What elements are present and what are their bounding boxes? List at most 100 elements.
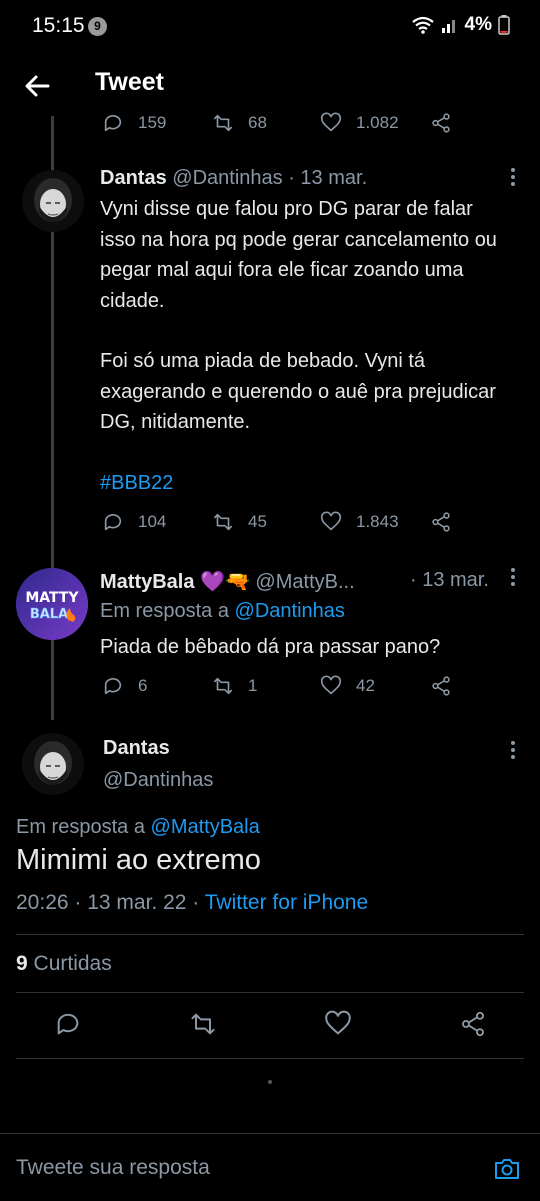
retweet-icon	[191, 1013, 215, 1035]
likes-total: 9	[16, 952, 28, 975]
divider	[16, 992, 524, 993]
like-icon	[320, 675, 342, 695]
more-icon[interactable]	[509, 566, 517, 588]
main-tweet-text: Mimimi ao extremo	[16, 844, 261, 876]
avatar[interactable]: MATTY BALA	[16, 568, 88, 640]
username[interactable]: @Dantinhas	[172, 167, 282, 189]
share-icon	[432, 113, 450, 133]
signal-icon	[441, 20, 455, 33]
share-icon	[432, 512, 450, 532]
loading-indicator	[268, 1080, 272, 1084]
profile-photo	[22, 170, 84, 232]
profile-photo	[22, 733, 84, 795]
battery-icon	[498, 15, 510, 35]
retweet-icon	[213, 677, 233, 695]
status-time: 15:15	[32, 14, 85, 37]
reply-icon	[57, 1013, 79, 1035]
camera-button[interactable]	[492, 1154, 522, 1184]
likes-label: Curtidas	[33, 952, 112, 975]
more-icon[interactable]	[509, 739, 517, 761]
back-arrow-icon	[25, 75, 50, 97]
tweet-date: · 13 mar.	[288, 167, 368, 189]
tweet-header: Dantas @Dantinhas · 13 mar.	[100, 167, 367, 190]
tweet-meta: 20:26 · 13 mar. 22 · Twitter for iPhone	[16, 891, 368, 915]
reply-composer[interactable]: Tweete sua resposta	[0, 1133, 540, 1201]
retweet-count: 45	[248, 512, 267, 531]
previous-tweet-actions: 159 68 1.082	[0, 112, 540, 138]
avatar[interactable]	[22, 170, 84, 232]
like-button[interactable]	[324, 1010, 352, 1043]
back-button[interactable]	[20, 68, 56, 104]
divider	[16, 1058, 524, 1059]
reply-button[interactable]	[54, 1010, 82, 1043]
battery-level: 4%	[464, 14, 492, 35]
reply-count: 6	[138, 676, 148, 695]
share-button[interactable]	[459, 1010, 487, 1043]
like-action[interactable]: 1.082	[320, 112, 399, 134]
retweet-icon	[213, 513, 233, 531]
reply-icon	[104, 114, 122, 132]
like-action[interactable]: 1.843	[320, 511, 399, 533]
display-name[interactable]: Dantas	[103, 737, 170, 760]
likes-summary[interactable]: 9 Curtidas	[16, 952, 112, 976]
like-count: 1.082	[356, 113, 399, 132]
username[interactable]: @MattyB...	[255, 571, 354, 593]
reply-action[interactable]: 159	[102, 112, 166, 134]
tweet-text: Piada de bêbado dá pra passar pano?	[100, 636, 441, 658]
reply-action[interactable]: 6	[102, 675, 147, 697]
tweet-paragraph: Vyni disse que falou pro DG parar de fal…	[100, 198, 497, 312]
display-name[interactable]: MattyBala	[100, 571, 194, 593]
like-icon	[320, 112, 342, 132]
hashtag-link[interactable]: #BBB22	[100, 468, 500, 499]
share-icon	[432, 676, 450, 696]
tweet-paragraph: Foi só uma piada de bebado. Vyni tá exag…	[100, 350, 496, 433]
display-name[interactable]: Dantas	[100, 167, 167, 189]
retweet-count: 68	[248, 113, 267, 132]
retweet-count: 1	[248, 676, 258, 695]
retweet-action[interactable]: 68	[212, 112, 267, 134]
reply-action[interactable]: 104	[102, 511, 166, 533]
reply-count: 159	[138, 113, 167, 132]
reply-count: 104	[138, 512, 167, 531]
retweet-action[interactable]: 1	[212, 675, 257, 697]
tweet-source-link[interactable]: Twitter for iPhone	[205, 891, 368, 914]
page-title: Tweet	[95, 68, 164, 96]
camera-icon	[495, 1159, 519, 1179]
avatar-logo-top: MATTY	[25, 590, 79, 606]
profile-photo: MATTY BALA	[16, 568, 88, 640]
reply-icon	[104, 677, 122, 695]
wifi-icon	[411, 16, 434, 34]
reply-icon	[104, 513, 122, 531]
divider	[16, 934, 524, 935]
share-action[interactable]	[430, 675, 452, 697]
avatar-logo-bottom: BALA	[30, 607, 68, 622]
more-icon[interactable]	[509, 166, 517, 188]
retweet-action[interactable]: 45	[212, 511, 267, 533]
replying-prefix: Em resposta a	[16, 816, 145, 838]
share-action[interactable]	[430, 511, 452, 533]
status-icons: 4%	[411, 14, 510, 36]
name-emojis: 💜🔫	[200, 571, 250, 593]
tweet-actions: 104 45 1.843	[0, 511, 540, 537]
replying-to-link[interactable]: @MattyBala	[151, 816, 260, 838]
tweet-actions: 6 1 42	[0, 675, 540, 701]
username[interactable]: @Dantinhas	[103, 769, 213, 792]
share-icon	[462, 1011, 484, 1037]
replying-to: Em resposta a @Dantinhas	[100, 600, 345, 623]
like-count: 1.843	[356, 512, 399, 531]
avatar[interactable]	[22, 733, 84, 795]
tweet-text: Vyni disse que falou pro DG parar de fal…	[100, 194, 500, 498]
replying-to-link[interactable]: @Dantinhas	[235, 600, 345, 622]
share-action[interactable]	[430, 112, 452, 134]
notification-badge: 9	[88, 17, 107, 36]
tweet-header: MattyBala 💜🔫 @MattyB...	[100, 569, 355, 594]
replying-to: Em resposta a @MattyBala	[16, 816, 260, 839]
main-tweet-actions	[0, 1010, 540, 1040]
like-icon	[320, 511, 342, 531]
like-action[interactable]: 42	[320, 675, 375, 697]
tweet-timestamp: 20:26 · 13 mar. 22 ·	[16, 891, 200, 914]
retweet-button[interactable]	[189, 1010, 217, 1043]
reply-input[interactable]: Tweete sua resposta	[16, 1156, 210, 1180]
tweet-date: · 13 mar.	[410, 569, 489, 591]
like-icon	[325, 1010, 351, 1035]
